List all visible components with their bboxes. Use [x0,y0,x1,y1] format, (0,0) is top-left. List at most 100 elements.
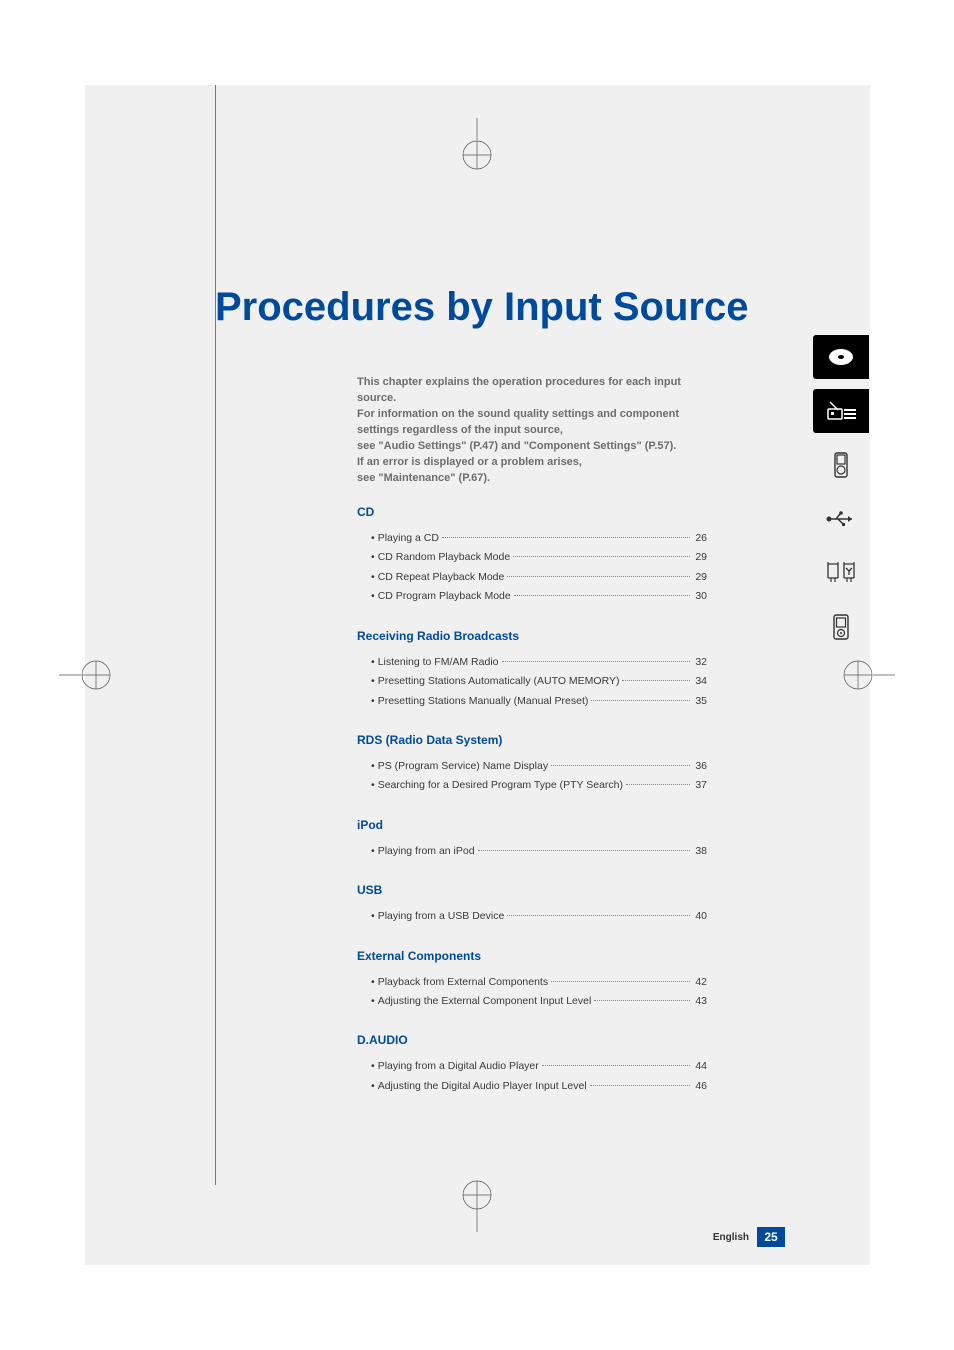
toc-page: 43 [695,992,707,1011]
bullet-icon: • [371,776,375,795]
toc-entry[interactable]: •Playing from a USB Device40 [357,907,707,926]
toc-label: Adjusting the Digital Audio Player Input… [378,1077,587,1096]
intro-line: For information on the sound quality set… [357,407,692,439]
bullet-icon: • [371,842,375,861]
bullet-icon: • [371,1077,375,1096]
ipod-tab-icon [832,451,850,479]
daudio-tab-icon [830,612,852,642]
bullet-icon: • [371,672,375,691]
bullet-icon: • [371,907,375,926]
tab-external[interactable] [813,551,869,595]
leader-dots [513,556,690,557]
toc-entry[interactable]: •CD Program Playback Mode 30 [357,587,707,606]
toc-label: Playback from External Components [378,973,548,992]
leader-dots [478,850,691,851]
tab-ipod[interactable] [813,443,869,487]
left-margin-rule [215,85,216,1185]
toc-page: 35 [695,692,707,711]
table-of-contents: CD •Playing a CD26 •CD Random Playback M… [357,505,707,1096]
tab-cd[interactable] [813,335,869,379]
toc-label: CD Random Playback Mode [378,548,510,567]
leader-dots [626,784,690,785]
leader-dots [590,1085,691,1086]
toc-page: 40 [695,907,707,926]
toc-entry[interactable]: •Playing from a Digital Audio Player44 [357,1057,707,1076]
section-head-usb: USB [357,883,707,897]
intro-block: This chapter explains the operation proc… [357,375,692,487]
section-head-rds: RDS (Radio Data System) [357,733,707,747]
toc-entry[interactable]: •Listening to FM/AM Radio32 [357,653,707,672]
toc-page: 29 [695,568,707,587]
bullet-icon: • [371,1057,375,1076]
leader-dots [551,981,690,982]
bullet-icon: • [371,529,375,548]
tab-radio[interactable] [813,389,869,433]
toc-label: Presetting Stations Automatically (AUTO … [378,672,620,691]
bullet-icon: • [371,692,375,711]
toc-label: Adjusting the External Component Input L… [378,992,592,1011]
radio-tab-icon [824,400,858,422]
page-number: 25 [757,1227,785,1247]
toc-entry[interactable]: •PS (Program Service) Name Display 36 [357,757,707,776]
bullet-icon: • [371,992,375,1011]
toc-page: 42 [695,973,707,992]
bullet-icon: • [371,653,375,672]
toc-label: Presetting Stations Manually (Manual Pre… [378,692,589,711]
toc-page: 29 [695,548,707,567]
section-head-radio: Receiving Radio Broadcasts [357,629,707,643]
toc-page: 30 [695,587,707,606]
leader-dots [514,595,691,596]
toc-page: 44 [695,1057,707,1076]
section-head-external: External Components [357,949,707,963]
section-head-daudio: D.AUDIO [357,1033,707,1047]
toc-entry[interactable]: •Presetting Stations Manually (Manual Pr… [357,692,707,711]
toc-label: Playing from an iPod [378,842,475,861]
intro-line: see "Maintenance" (P.67). [357,471,692,487]
bullet-icon: • [371,973,375,992]
section-head-cd: CD [357,505,707,519]
page-title: Procedures by Input Source [215,285,748,330]
intro-line: see "Audio Settings" (P.47) and "Compone… [357,439,692,455]
toc-label: CD Program Playback Mode [378,587,511,606]
toc-page: 46 [695,1077,707,1096]
toc-entry[interactable]: •Adjusting the Digital Audio Player Inpu… [357,1077,707,1096]
toc-label: CD Repeat Playback Mode [378,568,505,587]
toc-entry[interactable]: •CD Repeat Playback Mode 29 [357,568,707,587]
language-label: English [713,1232,749,1243]
leader-dots [594,1000,690,1001]
cd-tab-icon [827,347,855,367]
external-tab-icon [824,560,858,586]
leader-dots [591,700,690,701]
toc-label: Playing a CD [378,529,439,548]
toc-entry[interactable]: •Searching for a Desired Program Type (P… [357,776,707,795]
tab-daudio[interactable] [813,605,869,649]
side-tab-bar [813,335,873,659]
toc-page: 26 [695,529,707,548]
page-footer: English 25 [713,1227,785,1247]
toc-entry[interactable]: •Playing a CD 26 [357,529,707,548]
bullet-icon: • [371,568,375,587]
bullet-icon: • [371,757,375,776]
leader-dots [622,680,690,681]
toc-entry[interactable]: •Playback from External Components 42 [357,973,707,992]
toc-label: PS (Program Service) Name Display [378,757,548,776]
toc-entry[interactable]: •Playing from an iPod 38 [357,842,707,861]
toc-page: 36 [695,757,707,776]
leader-dots [551,765,690,766]
usb-tab-icon [824,510,858,528]
toc-label: Searching for a Desired Program Type (PT… [378,776,623,795]
toc-entry[interactable]: •CD Random Playback Mode 29 [357,548,707,567]
tab-usb[interactable] [813,497,869,541]
bullet-icon: • [371,548,375,567]
toc-entry[interactable]: •Presetting Stations Automatically (AUTO… [357,672,707,691]
leader-dots [502,661,691,662]
toc-page: 34 [695,672,707,691]
leader-dots [507,576,690,577]
intro-line: This chapter explains the operation proc… [357,375,692,407]
intro-line: If an error is displayed or a problem ar… [357,455,692,471]
bullet-icon: • [371,587,375,606]
leader-dots [542,1065,691,1066]
toc-page: 37 [695,776,707,795]
toc-entry[interactable]: •Adjusting the External Component Input … [357,992,707,1011]
toc-page: 38 [695,842,707,861]
